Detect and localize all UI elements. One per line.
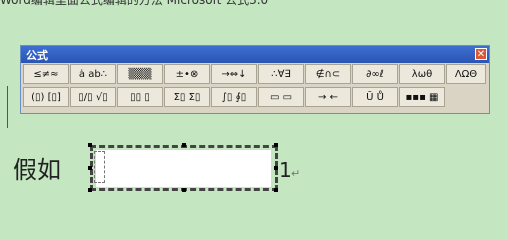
fraction-radical-templates-button[interactable]: ▯/▯ √▯ xyxy=(70,87,116,107)
subscript-superscript-templates-button[interactable]: ▯▯ ▯ xyxy=(117,87,163,107)
toolbar-titlebar[interactable]: 公式 ✕ xyxy=(21,46,489,63)
labeled-arrow-templates-button[interactable]: → ← xyxy=(305,87,351,107)
resize-handle[interactable] xyxy=(182,188,186,192)
resize-handle[interactable] xyxy=(88,166,92,170)
product-set-templates-button[interactable]: Ū Ů xyxy=(352,87,398,107)
greek-uppercase-button[interactable]: ΛΩΘ xyxy=(446,64,486,84)
equation-toolbar: 公式 ✕ ≤≠≈ ȧ ab∴ ▒▒▒ ±•⊗ →⇔↓ ∴∀∃ ∉∩⊂ ∂∞ℓ λ… xyxy=(20,45,490,114)
document-text-after: 1 xyxy=(279,158,292,182)
document-text-prefix: 假如 xyxy=(13,156,61,184)
fence-templates-button[interactable]: (▯) [▯] xyxy=(23,87,69,107)
misc-symbols-button[interactable]: ∂∞ℓ xyxy=(352,64,398,84)
underbar-overbar-templates-button[interactable]: ▭ ▭ xyxy=(258,87,304,107)
integral-templates-button[interactable]: ∫▯ ∮▯ xyxy=(211,87,257,107)
arrow-symbols-button[interactable]: →⇔↓ xyxy=(211,64,257,84)
page-heading-text: Word编辑里面公式编辑的方法 Microsoft 公式3.0 xyxy=(0,0,269,7)
resize-handle[interactable] xyxy=(274,166,278,170)
margin-mark xyxy=(7,86,8,128)
operator-symbols-button[interactable]: ±•⊗ xyxy=(164,64,210,84)
logical-symbols-button[interactable]: ∴∀∃ xyxy=(258,64,304,84)
toolbar-title: 公式 xyxy=(26,48,48,62)
resize-handle[interactable] xyxy=(88,143,92,147)
equation-input-area[interactable] xyxy=(96,150,271,187)
toolbar-row-templates: (▯) [▯] ▯/▯ √▯ ▯▯ ▯ Σ▯ Σ▯ ∫▯ ∮▯ ▭ ▭ → ← … xyxy=(21,86,489,109)
relational-symbols-button[interactable]: ≤≠≈ xyxy=(23,64,69,84)
embellishments-button[interactable]: ▒▒▒ xyxy=(117,64,163,84)
summation-templates-button[interactable]: Σ▯ Σ▯ xyxy=(164,87,210,107)
resize-handle[interactable] xyxy=(88,188,92,192)
spaces-ellipses-button[interactable]: ȧ ab∴ xyxy=(70,64,116,84)
matrix-templates-button[interactable]: ▪▪▪ ▦ xyxy=(399,87,445,107)
resize-handle[interactable] xyxy=(274,143,278,147)
equation-slot[interactable] xyxy=(94,151,105,183)
greek-lowercase-button[interactable]: λωθ xyxy=(399,64,445,84)
set-theory-symbols-button[interactable]: ∉∩⊂ xyxy=(305,64,351,84)
resize-handle[interactable] xyxy=(182,143,186,147)
close-icon[interactable]: ✕ xyxy=(475,48,487,60)
resize-handle[interactable] xyxy=(274,188,278,192)
paragraph-mark-icon: ↵ xyxy=(291,167,301,180)
toolbar-row-symbols: ≤≠≈ ȧ ab∴ ▒▒▒ ±•⊗ →⇔↓ ∴∀∃ ∉∩⊂ ∂∞ℓ λωθ ΛΩ… xyxy=(21,63,489,86)
